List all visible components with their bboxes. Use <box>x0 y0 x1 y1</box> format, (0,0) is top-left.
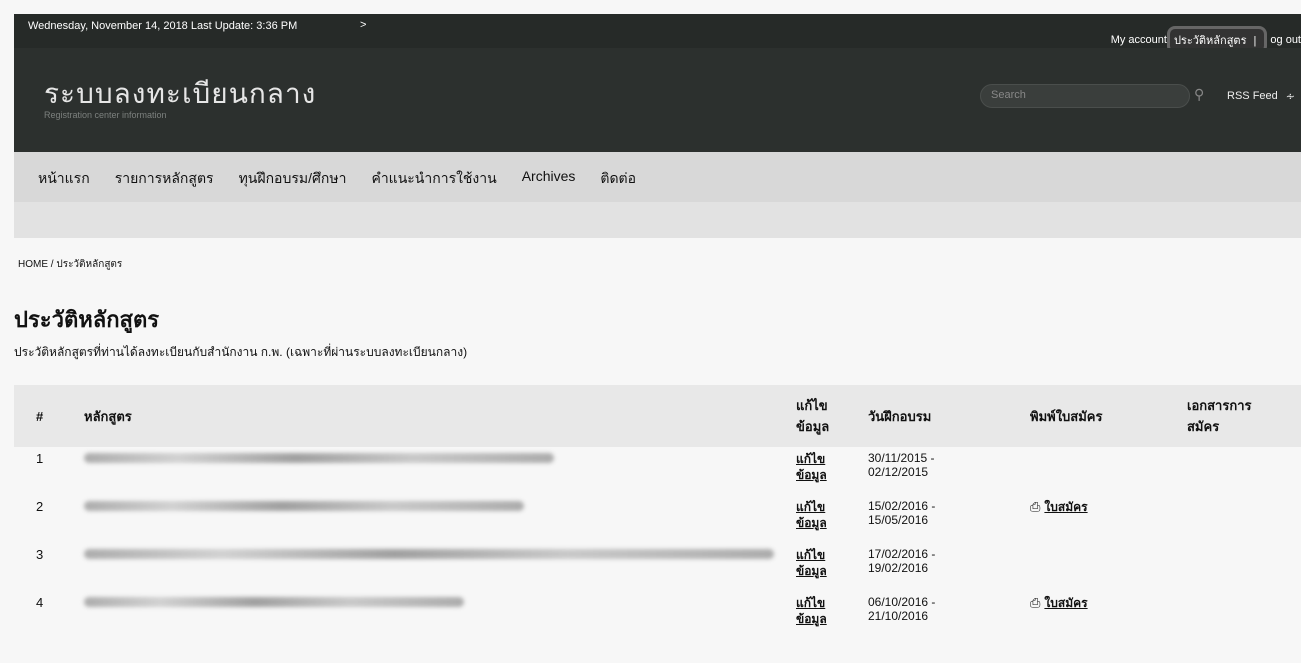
print-cell: ⎙ ใบสมัคร <box>1024 591 1181 639</box>
print-cell <box>1024 447 1181 495</box>
table-header-row: # หลักสูตร แก้ไข ข้อมูล วันฝึกอบรม พิมพ์… <box>14 385 1301 447</box>
breadcrumb: HOME / ประวัติหลักสูตร <box>18 257 122 272</box>
nav-item-guide[interactable]: คำแนะนำการใช้งาน <box>371 168 496 190</box>
date-start: 06/10/2016 - <box>868 595 936 609</box>
nav-item-contact[interactable]: ติดต่อ <box>600 168 636 190</box>
print-application-link[interactable]: ใบสมัคร <box>1044 500 1087 514</box>
breadcrumb-home[interactable]: HOME <box>18 259 48 270</box>
docs-cell <box>1181 591 1301 639</box>
link-separator: | <box>1253 35 1257 47</box>
topbar-arrow[interactable]: > <box>360 19 366 31</box>
table-row: 2 แก้ไขข้อมูล 15/02/2016 - 15/05/2016 ⎙ ใ… <box>14 495 1301 543</box>
date-end: 15/05/2016 <box>868 513 929 527</box>
header-print: พิมพ์ใบสมัคร <box>1024 385 1181 447</box>
row-num: 2 <box>36 499 44 514</box>
course-history-link[interactable]: ประวัติหลักสูตร <box>1174 35 1247 47</box>
print-cell <box>1024 543 1181 591</box>
edit-link[interactable]: แก้ไขข้อมูล <box>796 452 827 482</box>
header-num: # <box>14 385 78 447</box>
date-end: 02/12/2015 <box>868 465 929 479</box>
edit-link-line1: แก้ไข <box>796 500 826 514</box>
header-docs-line2: สมัคร <box>1187 419 1220 434</box>
header-docs: เอกสารการ สมัคร <box>1181 385 1301 447</box>
training-date: 17/02/2016 - 19/02/2016 <box>862 543 1024 591</box>
rss-feed-link[interactable]: RSS Feed ∻ <box>1227 90 1295 103</box>
edit-cell: แก้ไขข้อมูล <box>790 447 862 495</box>
course-name-redacted <box>78 591 790 639</box>
edit-link-line1: แก้ไข <box>796 452 826 466</box>
course-name-redacted <box>78 495 790 543</box>
nav-item-course-list[interactable]: รายการหลักสูตร <box>115 168 214 190</box>
search-icon[interactable]: ⚲ <box>1194 86 1204 103</box>
printer-icon[interactable]: ⎙ <box>1030 499 1040 515</box>
page-title: ประวัติหลักสูตร <box>14 307 160 332</box>
date-text: Wednesday, November 14, 2018 Last Update… <box>28 20 298 32</box>
breadcrumb-current: ประวัติหลักสูตร <box>56 259 123 270</box>
print-cell: ⎙ ใบสมัคร <box>1024 495 1181 543</box>
date-start: 15/02/2016 - <box>868 499 936 513</box>
docs-cell <box>1181 495 1301 543</box>
header-edit-line1: แก้ไข <box>796 398 828 413</box>
edit-link-line2: ข้อมูล <box>796 468 827 482</box>
edit-cell: แก้ไขข้อมูล <box>790 591 862 639</box>
search-input[interactable]: Search <box>980 84 1190 108</box>
edit-link-line2: ข้อมูล <box>796 516 827 530</box>
table-row: 4 แก้ไขข้อมูล 06/10/2016 - 21/10/2016 ⎙ ใ… <box>14 591 1301 639</box>
table-row: 3 แก้ไขข้อมูล 17/02/2016 - 19/02/2016 <box>14 543 1301 591</box>
my-account-link[interactable]: My account <box>1111 34 1167 46</box>
training-date: 06/10/2016 - 21/10/2016 <box>862 591 1024 639</box>
nav-strip <box>14 202 1301 238</box>
nav-item-archives[interactable]: Archives <box>522 168 576 190</box>
print-application-link[interactable]: ใบสมัคร <box>1044 596 1087 610</box>
rss-icon: ∻ <box>1285 91 1295 103</box>
nav-item-scholarships[interactable]: ทุนฝึกอบรม/ศึกษา <box>239 168 347 190</box>
edit-link-line2: ข้อมูล <box>796 612 827 626</box>
docs-cell <box>1181 447 1301 495</box>
edit-link-line1: แก้ไข <box>796 596 826 610</box>
site-subtitle: Registration center information <box>44 110 167 120</box>
edit-link[interactable]: แก้ไขข้อมูล <box>796 548 827 578</box>
table-row: 1 แก้ไขข้อมูล 30/11/2015 - 02/12/2015 <box>14 447 1301 495</box>
logout-link[interactable]: og out <box>1270 34 1301 46</box>
edit-link-line2: ข้อมูล <box>796 564 827 578</box>
header-course: หลักสูตร <box>78 385 790 447</box>
page-description: ประวัติหลักสูตรที่ท่านได้ลงทะเบียนกับสำน… <box>14 345 468 359</box>
header-docs-line1: เอกสารการ <box>1187 398 1252 413</box>
row-num: 4 <box>36 595 44 610</box>
breadcrumb-separator: / <box>50 259 54 270</box>
date-start: 17/02/2016 - <box>868 547 936 561</box>
edit-link[interactable]: แก้ไขข้อมูล <box>796 500 827 530</box>
main-nav: หน้าแรก รายการหลักสูตร ทุนฝึกอบรม/ศึกษา … <box>14 152 1301 202</box>
course-history-table: # หลักสูตร แก้ไข ข้อมูล วันฝึกอบรม พิมพ์… <box>14 385 1301 639</box>
course-name-redacted <box>78 543 790 591</box>
nav-item-home[interactable]: หน้าแรก <box>38 168 90 190</box>
header-edit-line2: ข้อมูล <box>796 419 830 434</box>
row-num: 1 <box>36 451 44 466</box>
header-date: วันฝึกอบรม <box>862 385 1024 447</box>
rss-label: RSS Feed <box>1227 90 1278 102</box>
docs-cell <box>1181 543 1301 591</box>
edit-cell: แก้ไขข้อมูล <box>790 543 862 591</box>
date-end: 21/10/2016 <box>868 609 929 623</box>
edit-link[interactable]: แก้ไขข้อมูล <box>796 596 827 626</box>
header-edit: แก้ไข ข้อมูล <box>790 385 862 447</box>
site-header: ระบบลงทะเบียนกลาง Registration center in… <box>14 48 1301 152</box>
printer-icon[interactable]: ⎙ <box>1030 595 1040 611</box>
row-num: 3 <box>36 547 44 562</box>
training-date: 30/11/2015 - 02/12/2015 <box>862 447 1024 495</box>
date-end: 19/02/2016 <box>868 561 929 575</box>
course-name-redacted <box>78 447 790 495</box>
training-date: 15/02/2016 - 15/05/2016 <box>862 495 1024 543</box>
date-start: 30/11/2015 - <box>868 451 935 465</box>
top-bar: Wednesday, November 14, 2018 Last Update… <box>14 14 1301 54</box>
edit-link-line1: แก้ไข <box>796 548 826 562</box>
edit-cell: แก้ไขข้อมูล <box>790 495 862 543</box>
